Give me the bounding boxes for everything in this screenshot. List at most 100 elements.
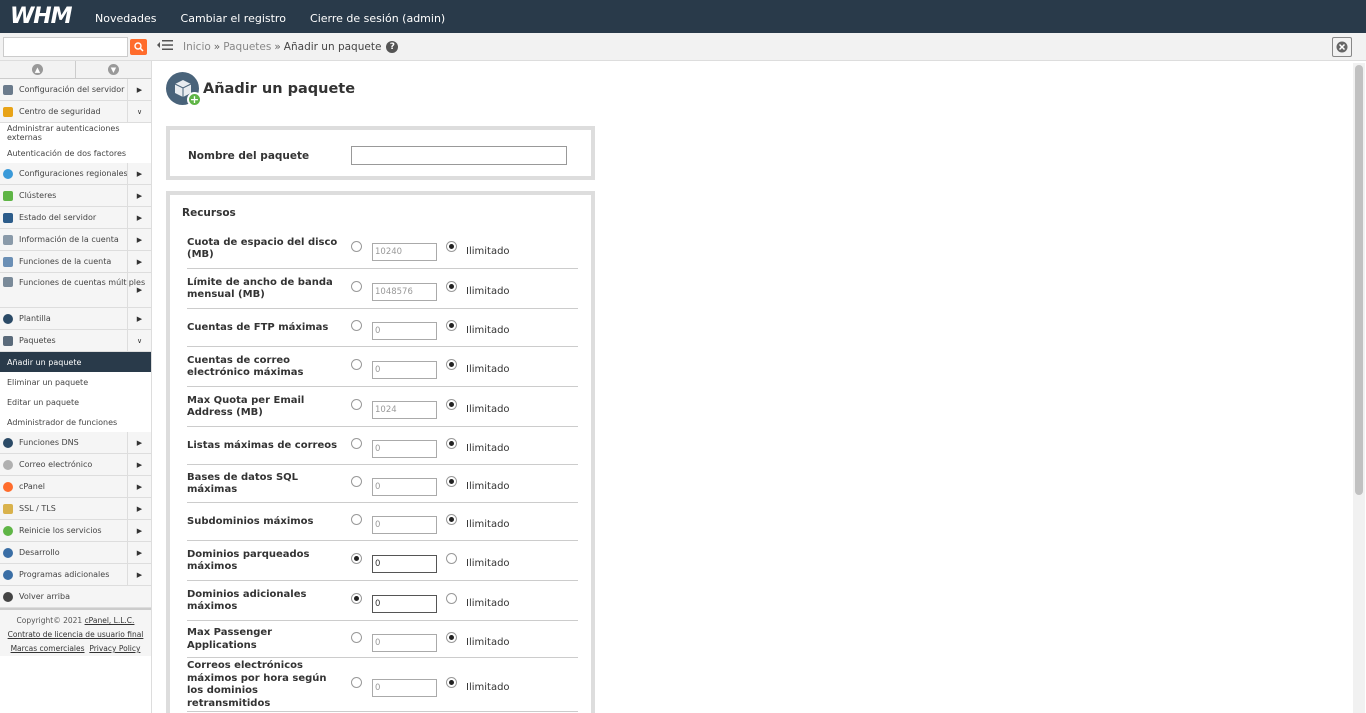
sidebar-item[interactable]: Paquetes ∨ [0, 330, 151, 352]
unlimited-radio[interactable] [446, 476, 457, 487]
trademarks-link[interactable]: Marcas comerciales [11, 644, 85, 653]
sidebar-item[interactable]: Reinicie los servicios ▶ [0, 520, 151, 542]
limit-radio[interactable] [351, 241, 362, 252]
expand-arrow-icon[interactable]: ▶ [127, 564, 151, 585]
sidebar-subitem[interactable]: Administrador de funciones [0, 412, 151, 432]
page-scrollbar[interactable] [1353, 63, 1365, 713]
unlimited-radio[interactable] [446, 438, 457, 449]
sidebar-item[interactable]: Centro de seguridad ∨ [0, 101, 151, 123]
expand-arrow-icon[interactable]: ▶ [127, 308, 151, 329]
sidebar-item[interactable]: Estado del servidor ▶ [0, 207, 151, 229]
package-name-input[interactable] [351, 146, 567, 165]
expand-arrow-icon[interactable]: ▶ [127, 432, 151, 453]
eula-link[interactable]: Contrato de licencia de usuario final [8, 630, 144, 639]
search-bar [0, 33, 152, 61]
resource-value-input[interactable]: 0 [372, 516, 437, 534]
sidebar-item[interactable]: SSL / TLS ▶ [0, 498, 151, 520]
resource-value-input[interactable]: 0 [372, 478, 437, 496]
resource-value-input[interactable]: 10240 [372, 243, 437, 261]
collapse-all-button[interactable]: ▲ [0, 61, 76, 78]
company-link[interactable]: cPanel, L.L.C. [85, 616, 135, 625]
unlimited-radio[interactable] [446, 359, 457, 370]
expand-arrow-icon[interactable]: ▶ [127, 520, 151, 541]
breadcrumb-packages[interactable]: Paquetes [223, 41, 271, 53]
unlimited-radio[interactable] [446, 514, 457, 525]
sidebar-item[interactable]: Correo electrónico ▶ [0, 454, 151, 476]
limit-radio[interactable] [351, 476, 362, 487]
whm-logo[interactable]: WHM [0, 0, 95, 33]
expand-all-button[interactable]: ▼ [76, 61, 151, 78]
unlimited-radio[interactable] [446, 553, 457, 564]
unlimited-radio[interactable] [446, 677, 457, 688]
expand-arrow-icon[interactable]: ▶ [127, 79, 151, 100]
scrollbar-thumb[interactable] [1355, 65, 1363, 495]
limit-radio[interactable] [351, 553, 362, 564]
unlimited-radio[interactable] [446, 399, 457, 410]
resource-value-input[interactable]: 0 [372, 361, 437, 379]
expand-arrow-icon[interactable]: ▶ [127, 163, 151, 184]
search-button[interactable] [130, 39, 147, 55]
expand-arrow-icon[interactable]: ▶ [127, 476, 151, 497]
sidebar-item[interactable]: Desarrollo ▶ [0, 542, 151, 564]
news-link[interactable]: Novedades [95, 12, 156, 25]
resource-value-input[interactable]: 0 [372, 595, 437, 613]
unlimited-radio[interactable] [446, 320, 457, 331]
sidebar-item[interactable]: Programas adicionales ▶ [0, 564, 151, 586]
expand-arrow-icon[interactable]: ▶ [127, 185, 151, 206]
resource-value-input[interactable]: 1048576 [372, 283, 437, 301]
expand-arrow-icon[interactable]: ▶ [127, 498, 151, 519]
logout-link[interactable]: Cierre de sesión (admin) [310, 12, 445, 25]
limit-radio[interactable] [351, 399, 362, 410]
sidebar-item[interactable]: Funciones de la cuenta ▶ [0, 251, 151, 273]
close-button[interactable] [1332, 37, 1352, 57]
resource-value-input[interactable]: 0 [372, 555, 437, 573]
unlimited-radio[interactable] [446, 281, 457, 292]
resource-value-input[interactable]: 0 [372, 322, 437, 340]
limit-radio[interactable] [351, 438, 362, 449]
limit-radio[interactable] [351, 320, 362, 331]
sidebar-item[interactable]: Funciones DNS ▶ [0, 432, 151, 454]
sidebar-subitem[interactable]: Eliminar un paquete [0, 372, 151, 392]
limit-radio[interactable] [351, 359, 362, 370]
expand-arrow-icon[interactable]: ▶ [127, 542, 151, 563]
unlimited-radio[interactable] [446, 631, 457, 643]
expand-arrow-icon[interactable]: ▶ [127, 273, 151, 307]
menu-toggle-icon[interactable] [157, 39, 175, 54]
sidebar-item[interactable]: Funciones de cuentas múltiples ▶ [0, 273, 151, 308]
sidebar-item[interactable]: Información de la cuenta ▶ [0, 229, 151, 251]
limit-radio[interactable] [351, 593, 362, 604]
chevron-down-icon[interactable]: ∨ [127, 101, 151, 122]
limit-radio[interactable] [351, 677, 362, 688]
sidebar-item[interactable]: Volver arriba [0, 586, 151, 608]
unlimited-radio[interactable] [446, 241, 457, 252]
main-content: + Añadir un paquete Nombre del paquete R… [152, 62, 1352, 713]
sidebar-item[interactable]: Plantilla ▶ [0, 308, 151, 330]
sidebar-subitem[interactable]: Administrar autenticaciones externas [0, 123, 151, 143]
expand-arrow-icon[interactable]: ▶ [127, 229, 151, 250]
limit-radio[interactable] [351, 281, 362, 292]
limit-radio[interactable] [351, 514, 362, 525]
resource-value-input[interactable]: 1024 [372, 401, 437, 419]
sidebar-subitem[interactable]: Editar un paquete [0, 392, 151, 412]
sidebar-subitem[interactable]: Añadir un paquete [0, 352, 151, 372]
expand-arrow-icon[interactable]: ▶ [127, 251, 151, 272]
change-log-link[interactable]: Cambiar el registro [181, 12, 286, 25]
help-icon[interactable]: ? [386, 40, 399, 53]
privacy-link[interactable]: Privacy Policy [89, 644, 140, 653]
package-name-panel: Nombre del paquete [166, 126, 595, 180]
limit-radio[interactable] [351, 631, 362, 643]
sidebar-item[interactable]: Configuraciones regionales ▶ [0, 163, 151, 185]
sidebar-subitem[interactable]: Autenticación de dos factores [0, 143, 151, 163]
sidebar-item[interactable]: Configuración del servidor ▶ [0, 79, 151, 101]
search-input[interactable] [3, 37, 128, 57]
sidebar-item[interactable]: cPanel ▶ [0, 476, 151, 498]
sidebar-item[interactable]: Clústeres ▶ [0, 185, 151, 207]
breadcrumb-home[interactable]: Inicio [183, 41, 211, 53]
resource-value-input[interactable]: 0 [372, 679, 437, 697]
expand-arrow-icon[interactable]: ▶ [127, 207, 151, 228]
resource-value-input[interactable]: 0 [372, 440, 437, 458]
chevron-down-icon[interactable]: ∨ [127, 330, 151, 351]
expand-arrow-icon[interactable]: ▶ [127, 454, 151, 475]
unlimited-radio[interactable] [446, 593, 457, 604]
resource-value-input[interactable]: 0 [372, 633, 437, 652]
